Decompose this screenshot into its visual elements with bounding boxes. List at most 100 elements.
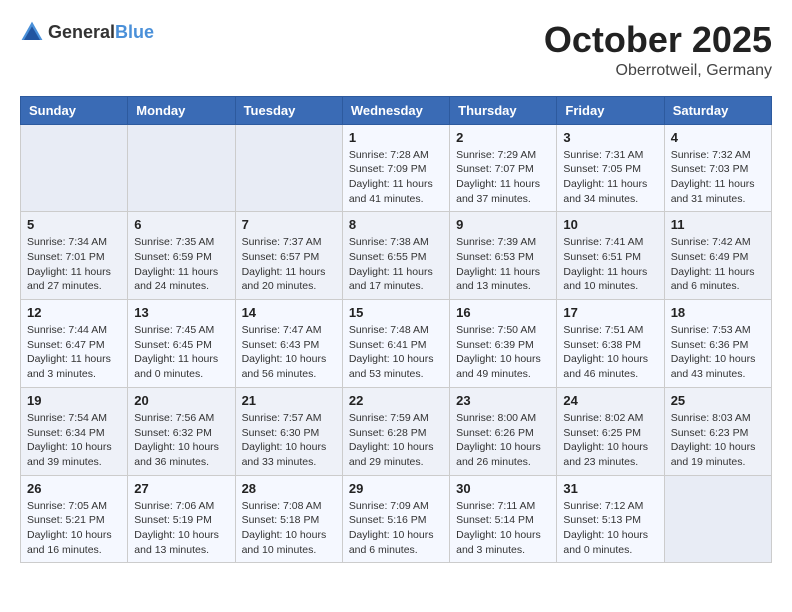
day-number: 29 [349,481,443,496]
day-info: Sunrise: 7:50 AM Sunset: 6:39 PM Dayligh… [456,323,550,382]
calendar-cell: 19 Sunrise: 7:54 AM Sunset: 6:34 PM Dayli… [21,387,128,475]
day-number: 2 [456,130,550,145]
day-number: 15 [349,305,443,320]
day-number: 22 [349,393,443,408]
day-info: Sunrise: 7:56 AM Sunset: 6:32 PM Dayligh… [134,411,228,470]
day-info: Sunrise: 7:39 AM Sunset: 6:53 PM Dayligh… [456,235,550,294]
day-info: Sunrise: 7:32 AM Sunset: 7:03 PM Dayligh… [671,148,765,207]
day-info: Sunrise: 7:53 AM Sunset: 6:36 PM Dayligh… [671,323,765,382]
day-info: Sunrise: 7:28 AM Sunset: 7:09 PM Dayligh… [349,148,443,207]
day-number: 31 [563,481,657,496]
calendar-cell: 15Sunrise: 7:48 AM Sunset: 6:41 PM Dayli… [342,300,449,388]
calendar-cell: 29 Sunrise: 7:09 AM Sunset: 5:16 PM Dayli… [342,475,449,563]
day-number: 10 [563,217,657,232]
day-number: 7 [242,217,336,232]
page-header: GeneralBlue October 2025 Oberrotweil, Ge… [20,20,772,80]
day-number: 3 [563,130,657,145]
calendar-cell: 6 Sunrise: 7:35 AM Sunset: 6:59 PM Daylig… [128,212,235,300]
day-number: 14 [242,305,336,320]
day-info: Sunrise: 8:03 AM Sunset: 6:23 PM Dayligh… [671,411,765,470]
day-number: 1 [349,130,443,145]
day-number: 30 [456,481,550,496]
weekday-header: Sunday [21,96,128,124]
calendar-cell: 24Sunrise: 8:02 AM Sunset: 6:25 PM Dayli… [557,387,664,475]
weekday-header: Thursday [450,96,557,124]
day-info: Sunrise: 7:42 AM Sunset: 6:49 PM Dayligh… [671,235,765,294]
day-info: Sunrise: 7:11 AM Sunset: 5:14 PM Dayligh… [456,499,550,558]
day-number: 12 [27,305,121,320]
calendar-cell [128,124,235,212]
calendar-week-row: 26Sunrise: 7:05 AM Sunset: 5:21 PM Dayli… [21,475,772,563]
logo-general: General [48,22,115,42]
location-title: Oberrotweil, Germany [544,62,772,80]
day-number: 20 [134,393,228,408]
calendar-cell: 20 Sunrise: 7:56 AM Sunset: 6:32 PM Dayli… [128,387,235,475]
day-info: Sunrise: 7:09 AM Sunset: 5:16 PM Dayligh… [349,499,443,558]
day-info: Sunrise: 7:06 AM Sunset: 5:19 PM Dayligh… [134,499,228,558]
calendar-cell: 27 Sunrise: 7:06 AM Sunset: 5:19 PM Dayli… [128,475,235,563]
calendar-cell: 25Sunrise: 8:03 AM Sunset: 6:23 PM Dayli… [664,387,771,475]
calendar-cell: 22 Sunrise: 7:59 AM Sunset: 6:28 PM Dayli… [342,387,449,475]
day-info: Sunrise: 7:47 AM Sunset: 6:43 PM Dayligh… [242,323,336,382]
calendar-cell: 5Sunrise: 7:34 AM Sunset: 7:01 PM Daylig… [21,212,128,300]
day-number: 13 [134,305,228,320]
calendar-cell: 9 Sunrise: 7:39 AM Sunset: 6:53 PM Daylig… [450,212,557,300]
calendar-cell [664,475,771,563]
day-number: 16 [456,305,550,320]
day-number: 9 [456,217,550,232]
day-number: 17 [563,305,657,320]
calendar-cell: 28 Sunrise: 7:08 AM Sunset: 5:18 PM Dayli… [235,475,342,563]
calendar-cell: 8Sunrise: 7:38 AM Sunset: 6:55 PM Daylig… [342,212,449,300]
calendar-table: SundayMondayTuesdayWednesdayThursdayFrid… [20,96,772,564]
day-number: 27 [134,481,228,496]
day-info: Sunrise: 8:00 AM Sunset: 6:26 PM Dayligh… [456,411,550,470]
weekday-header: Friday [557,96,664,124]
calendar-cell [235,124,342,212]
day-info: Sunrise: 7:31 AM Sunset: 7:05 PM Dayligh… [563,148,657,207]
logo-icon [20,20,44,44]
day-info: Sunrise: 7:34 AM Sunset: 7:01 PM Dayligh… [27,235,121,294]
day-number: 23 [456,393,550,408]
day-info: Sunrise: 7:35 AM Sunset: 6:59 PM Dayligh… [134,235,228,294]
day-info: Sunrise: 7:08 AM Sunset: 5:18 PM Dayligh… [242,499,336,558]
day-info: Sunrise: 7:37 AM Sunset: 6:57 PM Dayligh… [242,235,336,294]
calendar-cell: 23 Sunrise: 8:00 AM Sunset: 6:26 PM Dayli… [450,387,557,475]
day-number: 24 [563,393,657,408]
day-info: Sunrise: 7:45 AM Sunset: 6:45 PM Dayligh… [134,323,228,382]
day-number: 18 [671,305,765,320]
day-info: Sunrise: 7:41 AM Sunset: 6:51 PM Dayligh… [563,235,657,294]
calendar-cell: 3 Sunrise: 7:31 AM Sunset: 7:05 PM Daylig… [557,124,664,212]
day-number: 11 [671,217,765,232]
calendar-week-row: 5Sunrise: 7:34 AM Sunset: 7:01 PM Daylig… [21,212,772,300]
calendar-cell: 18 Sunrise: 7:53 AM Sunset: 6:36 PM Dayli… [664,300,771,388]
calendar-cell: 12 Sunrise: 7:44 AM Sunset: 6:47 PM Dayli… [21,300,128,388]
calendar-cell: 14 Sunrise: 7:47 AM Sunset: 6:43 PM Dayli… [235,300,342,388]
logo: GeneralBlue [20,20,154,44]
logo-blue: Blue [115,22,154,42]
calendar-cell: 10 Sunrise: 7:41 AM Sunset: 6:51 PM Dayli… [557,212,664,300]
day-info: Sunrise: 7:54 AM Sunset: 6:34 PM Dayligh… [27,411,121,470]
day-info: Sunrise: 7:05 AM Sunset: 5:21 PM Dayligh… [27,499,121,558]
title-block: October 2025 Oberrotweil, Germany [544,20,772,80]
day-number: 4 [671,130,765,145]
weekday-header: Saturday [664,96,771,124]
day-info: Sunrise: 7:29 AM Sunset: 7:07 PM Dayligh… [456,148,550,207]
day-number: 8 [349,217,443,232]
logo-text: GeneralBlue [48,22,154,43]
calendar-week-row: 19 Sunrise: 7:54 AM Sunset: 6:34 PM Dayli… [21,387,772,475]
day-number: 21 [242,393,336,408]
day-info: Sunrise: 7:59 AM Sunset: 6:28 PM Dayligh… [349,411,443,470]
calendar-cell: 31Sunrise: 7:12 AM Sunset: 5:13 PM Dayli… [557,475,664,563]
day-number: 6 [134,217,228,232]
day-number: 19 [27,393,121,408]
calendar-cell: 17 Sunrise: 7:51 AM Sunset: 6:38 PM Dayli… [557,300,664,388]
calendar-cell: 13 Sunrise: 7:45 AM Sunset: 6:45 PM Dayli… [128,300,235,388]
day-info: Sunrise: 7:51 AM Sunset: 6:38 PM Dayligh… [563,323,657,382]
weekday-header: Monday [128,96,235,124]
calendar-cell: 4 Sunrise: 7:32 AM Sunset: 7:03 PM Daylig… [664,124,771,212]
day-number: 28 [242,481,336,496]
day-info: Sunrise: 7:44 AM Sunset: 6:47 PM Dayligh… [27,323,121,382]
calendar-cell [21,124,128,212]
calendar-cell: 7 Sunrise: 7:37 AM Sunset: 6:57 PM Daylig… [235,212,342,300]
calendar-cell: 11 Sunrise: 7:42 AM Sunset: 6:49 PM Dayli… [664,212,771,300]
